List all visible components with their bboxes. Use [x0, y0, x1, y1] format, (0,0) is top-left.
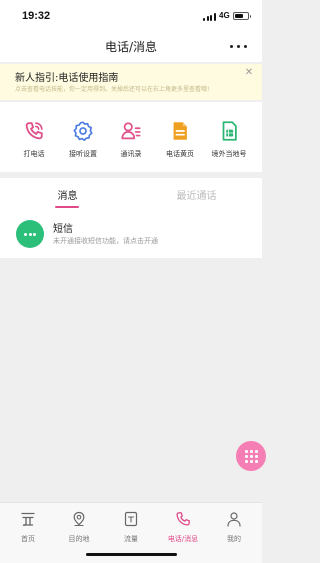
phone-icon — [176, 512, 190, 526]
bottom-tab-home[interactable]: 首页 — [2, 509, 54, 545]
phone-icon — [25, 122, 43, 140]
data-plan-icon — [124, 511, 138, 527]
home-icon — [21, 512, 35, 527]
bottom-tab-phone-messages[interactable]: 电话/消息 — [157, 509, 209, 545]
bottom-tab-label: 我的 — [227, 535, 241, 543]
function-label: 接听设置 — [69, 150, 97, 158]
function-answer-settings[interactable]: 接听设置 — [57, 116, 109, 164]
guide-banner[interactable]: 新人指引:电话使用指南 点击查看电话技能，你一定用得到。关掉后还可以在右上角更多… — [0, 64, 262, 100]
sms-title: 短信 — [53, 224, 73, 235]
function-yellow-pages[interactable]: 电话黄页 — [154, 116, 206, 164]
contacts-icon — [121, 122, 141, 140]
function-label: 境外当地号 — [211, 150, 247, 158]
floating-menu-button[interactable] — [236, 441, 266, 471]
more-options-button[interactable] — [228, 36, 250, 56]
function-label: 电话黄页 — [166, 150, 194, 158]
guide-description: 点击查看电话技能，你一定用得到。关掉后还可以在右上角更多里查看哦! — [15, 86, 210, 93]
user-icon — [227, 512, 241, 527]
bottom-tab-data[interactable]: 流量 — [105, 509, 157, 545]
tab-label: 消息 — [57, 191, 78, 202]
page-title: 电话/消息 — [104, 40, 158, 54]
chat-bubble-icon — [16, 220, 44, 248]
bottom-tab-label: 首页 — [21, 535, 35, 543]
status-bar: 19:32 4G — [0, 0, 262, 30]
yellow-pages-icon — [173, 122, 187, 140]
active-tab-indicator — [55, 206, 79, 208]
close-icon[interactable]: ✕ — [243, 67, 255, 79]
gear-icon — [73, 121, 93, 141]
sim-card-icon — [222, 121, 237, 141]
home-indicator[interactable] — [86, 553, 177, 556]
network-type: 4G — [219, 11, 230, 20]
function-label: 打电话 — [23, 150, 45, 158]
bottom-tab-me[interactable]: 我的 — [208, 509, 260, 545]
bottom-tab-label: 目的地 — [68, 535, 90, 543]
signal-icon — [203, 13, 216, 21]
battery-icon — [233, 12, 251, 20]
tab-label: 最近通话 — [176, 191, 217, 202]
location-pin-icon — [73, 511, 85, 527]
tab-recent-calls[interactable]: 最近通话 — [131, 178, 262, 210]
nav-bar: 电话/消息 — [0, 30, 262, 62]
bottom-tab-destination[interactable]: 目的地 — [53, 509, 105, 545]
app-screen: 19:32 4G 电话/消息 新人指引:电话使用指南 点击查看电话技能，你一定用… — [0, 0, 266, 563]
status-time: 19:32 — [22, 10, 51, 22]
function-contacts[interactable]: 通讯录 — [105, 116, 157, 164]
function-call[interactable]: 打电话 — [8, 116, 60, 164]
bottom-tab-label: 电话/消息 — [167, 535, 199, 543]
function-overseas-number[interactable]: 境外当地号 — [203, 116, 255, 164]
bottom-tab-label: 流量 — [124, 535, 138, 543]
function-grid: 打电话 接听设置 通讯录 电话黄页 境外当地号 — [0, 102, 262, 172]
sms-list-item[interactable]: 短信 未开通接收短信功能，请点击开通 — [0, 210, 262, 258]
sms-description: 未开通接收短信功能，请点击开通 — [53, 237, 158, 245]
guide-title: 新人指引:电话使用指南 — [15, 73, 119, 84]
tab-bar: 消息 最近通话 — [0, 178, 262, 210]
function-label: 通讯录 — [120, 150, 142, 158]
